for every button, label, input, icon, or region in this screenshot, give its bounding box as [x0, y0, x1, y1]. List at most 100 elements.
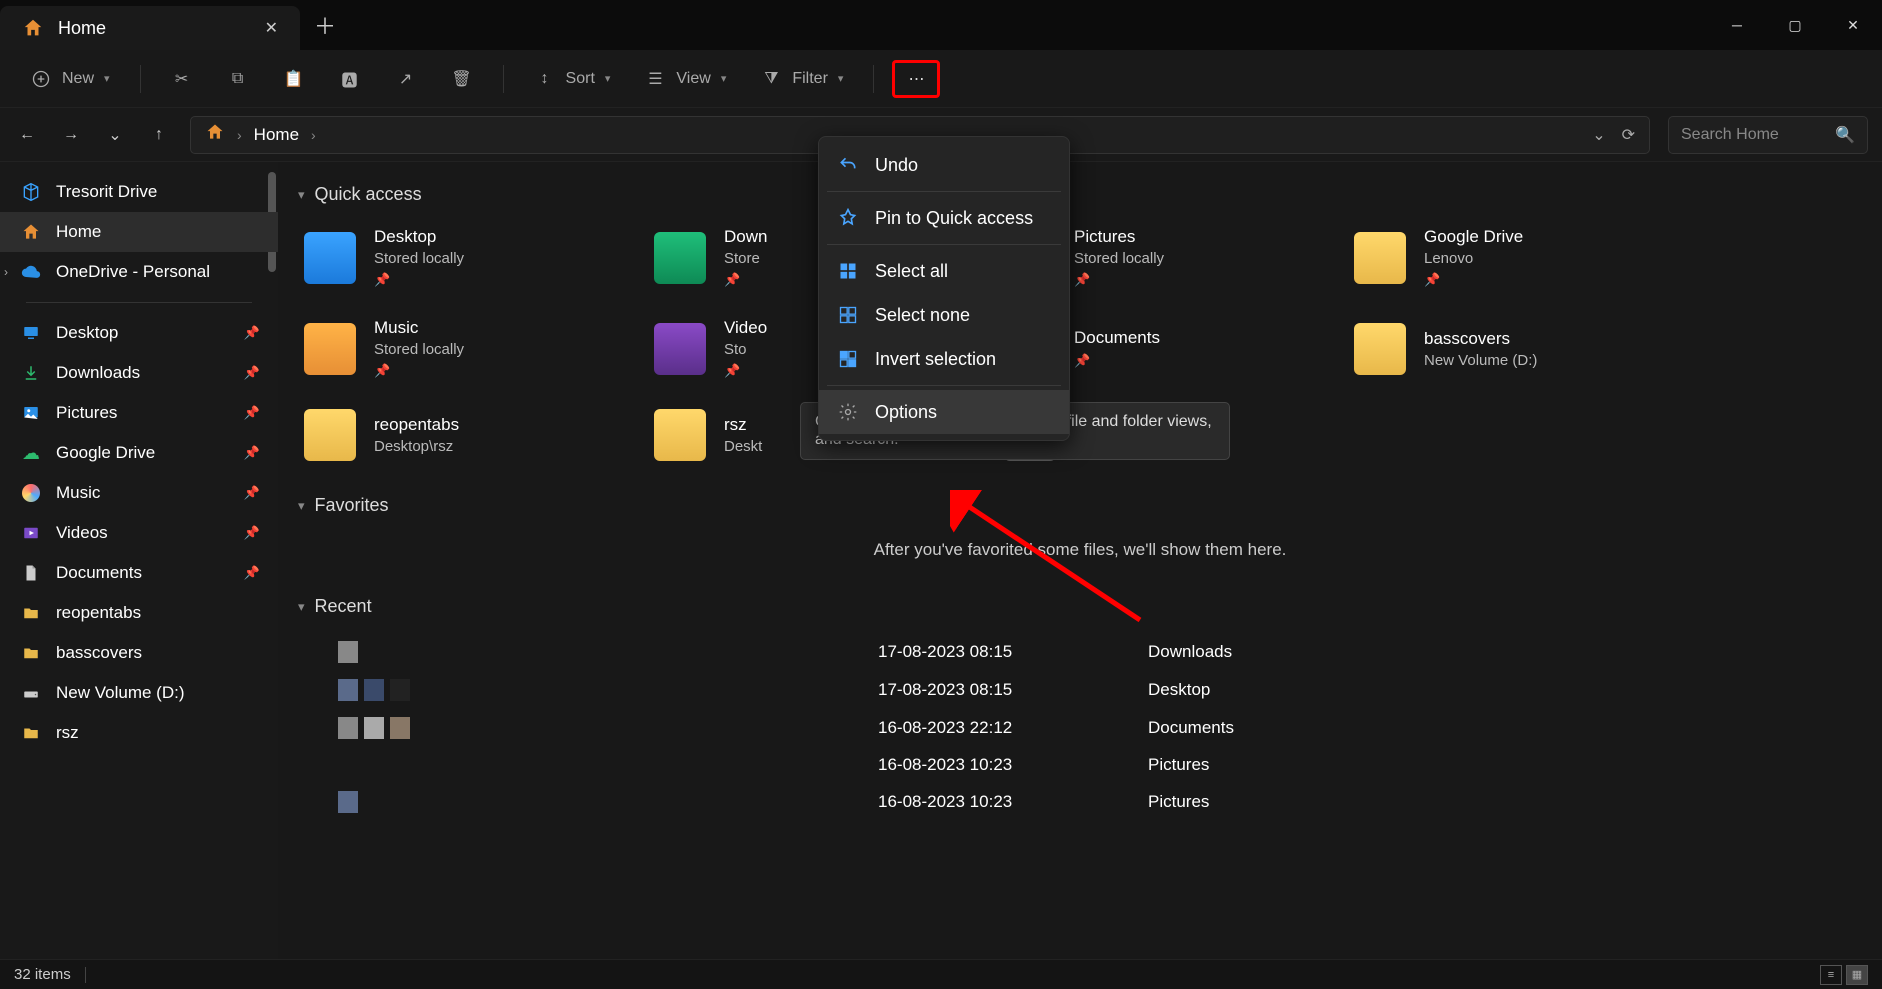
- share-button[interactable]: ↗: [383, 61, 429, 97]
- minimize-button[interactable]: ─: [1708, 0, 1766, 50]
- view-button[interactable]: ☰ View ▾: [632, 61, 738, 97]
- downloads-icon: [20, 362, 42, 384]
- sort-button[interactable]: ↕ Sort ▾: [522, 61, 623, 97]
- maximize-button[interactable]: ▢: [1766, 0, 1824, 50]
- menu-item-select-none[interactable]: Select none: [819, 293, 1069, 337]
- search-input[interactable]: Search Home 🔍: [1668, 116, 1868, 154]
- rename-button[interactable]: 🅰: [327, 61, 373, 97]
- sidebar-item-downloads[interactable]: Downloads📌: [0, 353, 278, 393]
- menu-item-options[interactable]: Options: [819, 390, 1069, 434]
- item-subtitle: Stored locally: [374, 250, 464, 267]
- recent-location: Documents: [1148, 718, 1448, 738]
- pin-icon: 📌: [244, 365, 260, 381]
- section-title: Recent: [315, 596, 372, 617]
- folder-icon: [304, 323, 356, 375]
- quick-access-item[interactable]: MusicStored locally📌: [298, 312, 628, 385]
- new-tab-button[interactable]: ＋: [300, 0, 350, 50]
- quick-access-header[interactable]: ▾ Quick access: [298, 184, 1862, 205]
- sidebar-item-tresorit-drive[interactable]: Tresorit Drive: [0, 172, 278, 212]
- more-options-button[interactable]: ⋯: [892, 60, 940, 98]
- sidebar-item-reopentabs[interactable]: reopentabs: [0, 593, 278, 633]
- forward-button[interactable]: →: [58, 122, 84, 148]
- menu-item-label: Select none: [875, 305, 970, 326]
- new-button[interactable]: New ▾: [18, 61, 122, 97]
- sidebar-item-google-drive[interactable]: ☁Google Drive📌: [0, 433, 278, 473]
- refresh-icon[interactable]: ⟳: [1622, 125, 1635, 145]
- item-subtitle: Deskt: [724, 438, 762, 455]
- home-icon: [205, 122, 225, 147]
- breadcrumb-segment[interactable]: Home: [254, 125, 299, 145]
- videos-icon: [20, 522, 42, 544]
- chevron-right-icon: ›: [311, 127, 316, 143]
- chevron-down-icon: ▾: [298, 187, 305, 203]
- menu-item-label: Invert selection: [875, 349, 996, 370]
- menu-item-label: Undo: [875, 155, 918, 176]
- recent-item[interactable]: 17-08-2023 08:15Desktop: [298, 671, 1862, 709]
- rename-icon: 🅰: [339, 68, 361, 90]
- sidebar-item-label: basscovers: [56, 643, 142, 663]
- close-tab-icon[interactable]: ✕: [265, 18, 278, 38]
- select-all-icon: [837, 260, 859, 282]
- item-subtitle: Stored locally: [1074, 250, 1164, 267]
- menu-item-select-all[interactable]: Select all: [819, 249, 1069, 293]
- recent-header[interactable]: ▾ Recent: [298, 596, 1862, 617]
- sidebar-item-videos[interactable]: Videos📌: [0, 513, 278, 553]
- copy-button[interactable]: ⧉: [215, 61, 261, 97]
- filter-label: Filter: [792, 70, 828, 88]
- delete-button[interactable]: 🗑: [439, 61, 485, 97]
- history-dropdown-icon[interactable]: ⌄: [1592, 125, 1605, 145]
- menu-item-label: Select all: [875, 261, 948, 282]
- recent-item[interactable]: 16-08-2023 22:12Documents: [298, 709, 1862, 747]
- item-title: Desktop: [374, 227, 464, 247]
- item-subtitle: Desktop\rsz: [374, 438, 459, 455]
- documents-icon: [20, 562, 42, 584]
- menu-item-invert-selection[interactable]: Invert selection: [819, 337, 1069, 381]
- thumbnails-view-button[interactable]: ▦: [1846, 965, 1868, 985]
- music-icon: [20, 482, 42, 504]
- menu-item-undo[interactable]: Undo: [819, 143, 1069, 187]
- cut-button[interactable]: ✂: [159, 61, 205, 97]
- share-icon: ↗: [395, 68, 417, 90]
- recent-item[interactable]: 16-08-2023 10:23Pictures: [298, 783, 1862, 821]
- chevron-right-icon: ›: [237, 127, 242, 143]
- filter-button[interactable]: ⧩ Filter ▾: [748, 61, 855, 97]
- sidebar-item-music[interactable]: Music📌: [0, 473, 278, 513]
- recent-item[interactable]: 17-08-2023 08:15Downloads: [298, 633, 1862, 671]
- sidebar-item-documents[interactable]: Documents📌: [0, 553, 278, 593]
- recent-date: 17-08-2023 08:15: [878, 680, 1148, 700]
- sort-icon: ↕: [534, 68, 556, 90]
- quick-access-item[interactable]: Google DriveLenovo📌: [1348, 221, 1678, 294]
- sidebar-item-pictures[interactable]: Pictures📌: [0, 393, 278, 433]
- toolbar: New ▾ ✂ ⧉ 📋 🅰 ↗ 🗑 ↕ Sort ▾ ☰ View ▾ ⧩ Fi…: [0, 50, 1882, 108]
- folder-icon: [304, 409, 356, 461]
- thumbnail: [338, 641, 878, 663]
- undo-icon: [837, 154, 859, 176]
- favorites-header[interactable]: ▾ Favorites: [298, 495, 1862, 516]
- sidebar-item-home[interactable]: Home: [0, 212, 278, 252]
- menu-item-pin-to-quick-access[interactable]: Pin to Quick access: [819, 196, 1069, 240]
- details-view-button[interactable]: ≡: [1820, 965, 1842, 985]
- pin-icon: 📌: [1074, 353, 1160, 369]
- close-window-button[interactable]: ✕: [1824, 0, 1882, 50]
- sidebar-item-rsz[interactable]: rsz: [0, 713, 278, 753]
- up-button[interactable]: ↑: [146, 122, 172, 148]
- sidebar-item-onedrive-personal[interactable]: ›OneDrive - Personal: [0, 252, 278, 292]
- paste-button[interactable]: 📋: [271, 61, 317, 97]
- menu-item-label: Pin to Quick access: [875, 208, 1033, 229]
- quick-access-item[interactable]: Desktop Stored locally 📌: [298, 221, 628, 294]
- quick-access-item[interactable]: reopentabsDesktop\rsz: [298, 403, 628, 467]
- chevron-right-icon: ›: [4, 265, 8, 279]
- sidebar-item-desktop[interactable]: Desktop📌: [0, 313, 278, 353]
- sidebar-item-new-volume-d-[interactable]: New Volume (D:): [0, 673, 278, 713]
- quick-access-item[interactable]: basscoversNew Volume (D:): [1348, 312, 1678, 385]
- recent-item[interactable]: 16-08-2023 10:23Pictures: [298, 747, 1862, 783]
- recent-location: Pictures: [1148, 792, 1448, 812]
- recent-locations-button[interactable]: ⌄: [102, 122, 128, 148]
- pin-icon: 📌: [374, 272, 464, 288]
- pin-icon: 📌: [244, 445, 260, 461]
- back-button[interactable]: ←: [14, 122, 40, 148]
- active-tab[interactable]: Home ✕: [0, 6, 300, 50]
- sidebar-item-basscovers[interactable]: basscovers: [0, 633, 278, 673]
- pin-icon: 📌: [724, 363, 767, 379]
- view-label: View: [676, 70, 710, 88]
